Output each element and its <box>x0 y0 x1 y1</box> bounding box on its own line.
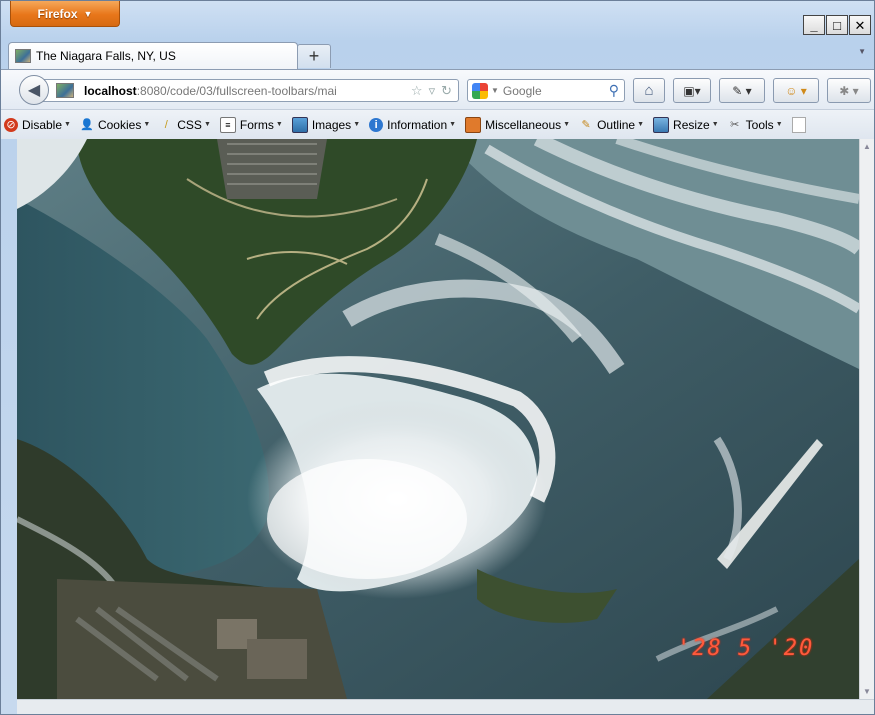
greasemonkey-button[interactable]: ☺ ▾ <box>773 78 819 103</box>
url-path: :8080/code/03/fullscreen-toolbars/main.h <box>136 83 337 98</box>
web-developer-toolbar: ⊘ Disable ▼ 👤 Cookies ▼ / CSS ▼ ≡ Forms ▼ Im… <box>1 109 874 139</box>
devbar-cookies[interactable]: 👤 Cookies ▼ <box>80 118 150 132</box>
url-actions: ☆ ▿ ↻ <box>411 83 452 99</box>
tab-niagara[interactable]: The Niagara Falls, NY, US <box>8 42 298 69</box>
browser-window: Firefox ▼ _ □ ✕ The Niagara Falls, NY, U… <box>0 0 875 715</box>
cookies-icon: 👤 <box>80 119 94 131</box>
photo-date-stamp: '28 5 '20 <box>677 636 815 661</box>
devbar-label: Cookies <box>97 117 142 132</box>
devbar-label: Images <box>311 117 352 132</box>
title-bar: Firefox ▼ _ □ ✕ <box>1 1 874 39</box>
close-button[interactable]: ✕ <box>849 15 871 35</box>
firefox-menu-label: Firefox <box>37 6 78 21</box>
devbar-miscellaneous[interactable]: Miscellaneous ▼ <box>465 116 570 133</box>
niagara-falls-photo <box>17 139 859 699</box>
devbar-label: Information <box>387 117 448 132</box>
tab-list-icon[interactable]: ▼ <box>858 47 866 56</box>
outline-icon: ✎ <box>581 119 591 131</box>
devbar-label: Tools <box>745 117 774 132</box>
monkey-icon: ☺ ▾ <box>785 83 807 98</box>
tab-title: The Niagara Falls, NY, US <box>36 49 176 63</box>
images-icon <box>291 116 308 133</box>
devbar-information[interactable]: i Information ▼ <box>369 117 456 132</box>
page-content-image: '28 5 '20 <box>17 139 859 699</box>
disable-icon: ⊘ <box>4 117 18 132</box>
devbar-label: Forms <box>239 117 274 132</box>
tab-bar: The Niagara Falls, NY, US + ▼ <box>1 39 874 69</box>
vertical-scrollbar[interactable]: ▲ ▼ <box>859 139 874 699</box>
status-strip <box>17 699 874 714</box>
window-controls: _ □ ✕ <box>802 15 871 35</box>
devbar-images[interactable]: Images ▼ <box>291 116 360 133</box>
forms-icon: ≡ <box>219 116 236 133</box>
devbar-resize[interactable]: Resize ▼ <box>653 116 719 133</box>
engine-dropdown-icon[interactable]: ▼ <box>491 86 499 95</box>
new-tab-button[interactable]: + <box>297 44 331 68</box>
site-identity-icon[interactable] <box>56 83 74 98</box>
devbar-forms[interactable]: ≡ Forms ▼ <box>219 116 283 133</box>
tools-icon: ✂ <box>730 119 740 131</box>
history-dropdown-icon[interactable]: ▿ <box>429 83 436 99</box>
star-bookmark-icon[interactable]: ☆ <box>411 83 423 99</box>
bookmarks-menu-button[interactable]: ▣▾ <box>673 78 711 103</box>
css-icon: / <box>164 118 168 131</box>
google-engine-icon[interactable] <box>472 82 488 99</box>
extension-button[interactable]: ✱ ▾ <box>827 78 871 103</box>
back-button[interactable]: ◀ <box>19 75 49 105</box>
devbar-label: Outline <box>597 117 636 132</box>
search-placeholder: Google <box>502 83 542 98</box>
search-bar[interactable]: ▼ Google ⚲ <box>467 79 625 102</box>
url-host: localhost <box>84 83 137 98</box>
reload-icon[interactable]: ↻ <box>441 83 452 99</box>
maximize-button[interactable]: □ <box>826 15 848 35</box>
devbar-disable[interactable]: ⊘ Disable ▼ <box>4 117 71 132</box>
information-icon: i <box>369 117 384 132</box>
firefox-menu-button[interactable]: Firefox ▼ <box>10 1 120 27</box>
devbar-label: CSS <box>177 117 202 132</box>
devbar-label: Miscellaneous <box>485 117 562 132</box>
home-icon: ⌂ <box>644 82 654 99</box>
scroll-down-icon[interactable]: ▼ <box>863 687 871 696</box>
miscellaneous-icon <box>465 116 482 133</box>
bookmark-menu-icon: ▣▾ <box>683 83 701 98</box>
resize-icon <box>653 116 670 133</box>
navigation-bar: ◀ localhost :8080/code/03/fullscreen-too… <box>1 69 874 110</box>
chevron-down-icon: ▼ <box>83 8 93 19</box>
minimize-button[interactable]: _ <box>803 15 825 35</box>
back-arrow-icon: ◀ <box>27 82 41 99</box>
devbar-label: Resize <box>673 117 710 132</box>
devbar-label: Disable <box>22 117 63 132</box>
home-button[interactable]: ⌂ <box>633 78 665 103</box>
search-icon[interactable]: ⚲ <box>609 82 619 99</box>
url-bar[interactable]: localhost :8080/code/03/fullscreen-toolb… <box>41 79 459 102</box>
pen-icon: ✎ ▾ <box>732 83 752 98</box>
overflow-page-icon[interactable] <box>791 116 806 133</box>
devbar-outline[interactable]: ✎ Outline ▼ <box>579 118 644 132</box>
extension-icon: ✱ ▾ <box>839 83 859 98</box>
devbar-tools[interactable]: ✂ Tools ▼ <box>728 118 783 132</box>
favicon-icon <box>15 49 31 63</box>
scroll-up-icon[interactable]: ▲ <box>863 142 871 151</box>
devbar-css[interactable]: / CSS ▼ <box>159 118 211 132</box>
pen-tool-button[interactable]: ✎ ▾ <box>719 78 765 103</box>
